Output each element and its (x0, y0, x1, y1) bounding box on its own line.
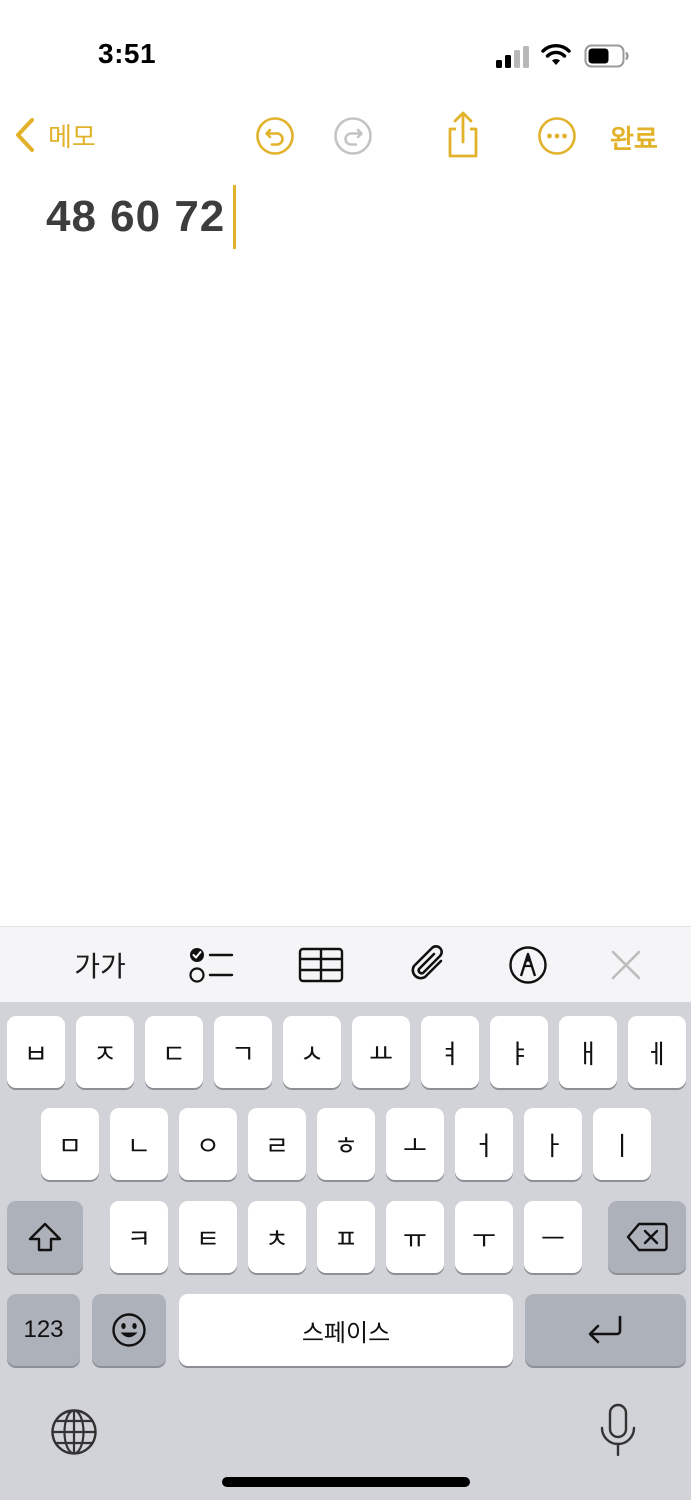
checklist-button[interactable] (186, 941, 236, 989)
key[interactable]: ㅛ (352, 1016, 410, 1088)
key[interactable]: ㅁ (41, 1108, 99, 1180)
key[interactable]: ㄷ (145, 1016, 203, 1088)
cellular-signal-icon (496, 46, 529, 68)
back-label: 메모 (48, 122, 96, 153)
key[interactable]: ㅌ (179, 1201, 237, 1273)
key[interactable]: ㅜ (455, 1201, 513, 1273)
key[interactable]: ㅋ (110, 1201, 168, 1273)
text-cursor (233, 185, 237, 249)
table-icon (298, 947, 344, 983)
markup-button[interactable] (504, 941, 552, 989)
key[interactable]: ㄱ (214, 1016, 272, 1088)
key[interactable]: ㅓ (455, 1108, 513, 1180)
key[interactable]: ㅂ (7, 1016, 65, 1088)
undo-button[interactable] (254, 115, 296, 157)
table-button[interactable] (296, 941, 346, 989)
chevron-left-icon (16, 118, 34, 152)
globe-icon[interactable] (48, 1406, 100, 1458)
key[interactable]: ㅣ (593, 1108, 651, 1180)
return-icon (588, 1315, 621, 1344)
key[interactable]: ㅈ (76, 1016, 134, 1088)
share-icon (448, 111, 478, 158)
status-bar: 3:51 (0, 0, 691, 110)
key[interactable]: ㅕ (421, 1016, 479, 1088)
checklist-icon (189, 948, 234, 983)
close-icon (611, 950, 641, 980)
key[interactable]: ㅍ (317, 1201, 375, 1273)
return-key[interactable] (525, 1294, 686, 1366)
nav-bar: 메모 완료 (0, 105, 691, 165)
backspace-key[interactable] (608, 1201, 686, 1273)
more-button[interactable] (536, 115, 578, 157)
key[interactable]: ㅇ (179, 1108, 237, 1180)
key[interactable]: ㄹ (248, 1108, 306, 1180)
undo-icon (256, 117, 294, 155)
status-time: 3:51 (98, 38, 157, 69)
key[interactable]: ㅠ (386, 1201, 444, 1273)
key[interactable]: ㅗ (386, 1108, 444, 1180)
more-icon (538, 117, 576, 155)
note-line: 48 60 72 (46, 185, 237, 249)
key[interactable]: ㅔ (628, 1016, 686, 1088)
key[interactable]: ㅐ (559, 1016, 617, 1088)
microphone-icon[interactable] (596, 1402, 640, 1460)
backspace-icon (626, 1222, 668, 1252)
note-editor[interactable]: 48 60 72 (0, 175, 691, 925)
format-toolbar: 가가 (0, 926, 691, 1002)
done-button[interactable]: 완료 (610, 117, 658, 157)
done-label: 완료 (610, 124, 658, 155)
text-style-button[interactable]: 가가 (70, 941, 130, 989)
close-toolbar-button[interactable] (602, 941, 650, 989)
key[interactable]: ㅡ (524, 1201, 582, 1273)
share-button[interactable] (442, 109, 484, 161)
text-style-label: 가가 (74, 950, 126, 983)
back-button[interactable]: 메모 (14, 115, 96, 155)
shift-icon (28, 1222, 62, 1252)
note-text: 48 60 72 (46, 192, 226, 241)
numbers-key[interactable]: 123 (7, 1294, 80, 1366)
key[interactable]: ㅅ (283, 1016, 341, 1088)
redo-button[interactable] (332, 115, 374, 157)
emoji-key[interactable] (92, 1294, 166, 1366)
wifi-icon (541, 44, 571, 65)
key[interactable]: ㅏ (524, 1108, 582, 1180)
shift-key[interactable] (7, 1201, 83, 1273)
home-indicator[interactable] (222, 1477, 470, 1487)
redo-icon (334, 117, 372, 155)
key[interactable]: ㄴ (110, 1108, 168, 1180)
space-key[interactable]: 스페이스 (179, 1294, 513, 1366)
markup-pen-icon (509, 946, 547, 984)
paperclip-icon (411, 945, 443, 980)
key[interactable]: ㅑ (490, 1016, 548, 1088)
key[interactable]: ㅎ (317, 1108, 375, 1180)
battery-icon (584, 44, 629, 68)
attachment-button[interactable] (404, 941, 452, 989)
emoji-icon (112, 1313, 146, 1347)
key[interactable]: ㅊ (248, 1201, 306, 1273)
